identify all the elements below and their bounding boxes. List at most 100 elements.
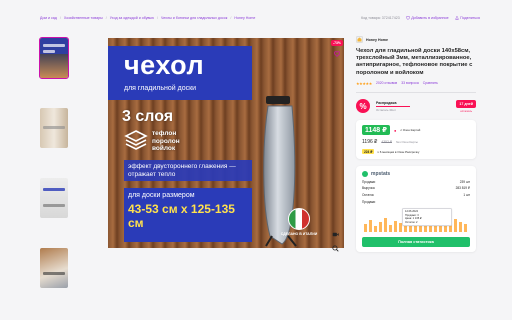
compare-link[interactable]: Сравнить <box>423 81 438 85</box>
sale-progress <box>376 106 410 108</box>
tooltip-line: Остаток: 2 <box>405 220 418 224</box>
video-icon[interactable] <box>331 230 339 238</box>
header-actions: Код товара: 372417423 Добавить в избранн… <box>361 16 480 20</box>
size-intro: для доски размером <box>128 192 195 199</box>
sales-chart-label: Продажи <box>362 199 376 204</box>
reviews-link[interactable]: 2020 отзывов <box>376 81 397 85</box>
sale-timer: 17 дней осталось <box>456 99 476 113</box>
full-stats-button[interactable]: Полная статистика <box>362 236 470 247</box>
brand-name: Honey Home <box>366 37 388 42</box>
thumbnail[interactable] <box>40 178 68 218</box>
layer-item: тефлон <box>152 130 177 137</box>
rating-row: ★★★★★ 2020 отзывов 33 вопроса Сравнить <box>356 81 476 86</box>
size-panel: для доски размером 43-53 см х 125-135 см <box>124 188 252 242</box>
heart-icon[interactable] <box>333 50 341 58</box>
layer-item: поролон <box>152 137 180 145</box>
image-side-tools <box>331 230 339 252</box>
mpstats-widget: mpstats Продажи 239 шт Выручка 283 819 ₽… <box>356 166 476 252</box>
percent-icon: % <box>356 99 370 114</box>
thumbnail-board-shape <box>43 204 65 207</box>
divider <box>356 91 476 93</box>
size-value: 43-53 см х 125-135 см <box>128 202 235 230</box>
breadcrumb-item[interactable]: Уход за одеждой и обувью <box>110 16 154 20</box>
product-page: Дом и сад / Хозяйственные товары / Уход … <box>0 0 512 320</box>
sale-banner[interactable]: % Распродажа Осталось 30шт 17 дней остал… <box>356 99 476 114</box>
image-side-badges: -73% <box>331 40 343 58</box>
rating-stars: ★★★★★ <box>356 80 372 86</box>
sale-text: Распродажа Осталось 30шт <box>376 100 450 113</box>
thumbnail-text-line <box>43 188 65 191</box>
price-without-card: 1196 ₽ <box>362 139 378 146</box>
installment-row[interactable]: 224 ₽ х 6 месяцев в Озон Рассрочку <box>362 149 470 155</box>
flag-caption: Сделано в Италии <box>280 232 318 236</box>
stats-row: Остаток 1 шт <box>362 193 470 197</box>
stats-value: 239 шт <box>459 179 470 184</box>
breadcrumb-separator: / <box>230 16 232 20</box>
thumbnail-iron-shape <box>43 272 65 275</box>
product-title: Чехол для гладильной доски 140x58см, тре… <box>356 48 473 76</box>
breadcrumb-item[interactable]: Honey Home <box>234 16 255 20</box>
top-bar: Дом и сад / Хозяйственные товары / Уход … <box>40 14 480 22</box>
breadcrumb-item[interactable]: Хозяйственные товары <box>64 16 103 20</box>
thumbnail[interactable] <box>40 108 68 148</box>
hero-subtitle: для гладильной доски <box>124 85 197 92</box>
questions-link[interactable]: 33 вопроса <box>401 81 419 85</box>
product-info: Honey Home Чехол для гладильной доски 14… <box>356 36 476 252</box>
stats-row: Выручка 283 819 ₽ <box>362 186 470 190</box>
layer-list: тефлон поролон войлок <box>152 130 180 153</box>
hero-title: чехол <box>124 50 205 80</box>
italy-flag-badge <box>288 208 310 230</box>
stats-value: 283 819 ₽ <box>455 186 470 191</box>
stats-key: Выручка <box>362 186 375 191</box>
breadcrumb-separator: / <box>156 16 158 20</box>
stats-key: Продажи <box>362 179 376 184</box>
breadcrumb-separator: / <box>59 16 61 20</box>
breadcrumb-separator: / <box>105 16 107 20</box>
sale-label: Распродажа <box>376 100 397 105</box>
dot-icon: ● <box>394 127 397 133</box>
breadcrumb: Дом и сад / Хозяйственные товары / Уход … <box>40 16 361 20</box>
installment-text: х 6 месяцев в Озон Рассрочку <box>377 149 420 154</box>
thumbnail[interactable] <box>40 248 68 288</box>
share-button[interactable]: Поделиться <box>455 16 480 20</box>
stats-row: Продажи 239 шт <box>362 180 470 184</box>
thumbnail-text-line <box>43 44 65 47</box>
wallet-label[interactable]: с Озон Картой <box>400 128 420 132</box>
discount-badge: -73% <box>331 40 343 46</box>
breadcrumb-item[interactable]: Дом и сад <box>40 16 57 20</box>
breadcrumb-item[interactable]: Чехлы и ботинки для гладильных досок <box>161 16 227 20</box>
brand-logo-icon <box>356 36 363 43</box>
sale-days: 17 дней <box>456 99 476 108</box>
brand-row[interactable]: Honey Home <box>356 36 476 43</box>
article-number[interactable]: Код товара: 372417423 <box>361 16 400 20</box>
thumbnail-list <box>39 37 69 288</box>
layer-item: войлок <box>152 145 176 152</box>
hero-layers-title: 3 слоя <box>122 108 174 125</box>
price-card: 1148 ₽ ● с Озон Картой 1196 ₽ 4352 ₽ без… <box>356 120 476 160</box>
favorite-button[interactable]: Добавить в избранное <box>405 16 449 20</box>
wallet2-label: без Озон Карты <box>395 140 418 145</box>
hero-effect-text: эффект двустороннего глажения — отражает… <box>124 160 252 181</box>
zoom-icon[interactable] <box>331 244 339 252</box>
sales-chart[interactable]: 12.06.2024 Продажи: 3 Цена: 1 135 ₽ Оста… <box>362 206 470 232</box>
mpstats-logo-icon <box>362 171 368 178</box>
layers-icon <box>124 128 148 152</box>
installment-amount: 224 ₽ <box>362 149 375 155</box>
old-price: 4352 ₽ <box>381 140 392 145</box>
mpstats-header: mpstats <box>362 171 470 178</box>
stats-value: 1 шт <box>463 192 470 197</box>
favorite-label: Добавить в избранное <box>411 16 449 20</box>
price-row: 1148 ₽ ● с Озон Картой <box>362 125 470 136</box>
stats-key: Остаток <box>362 192 374 197</box>
current-price: 1148 ₽ <box>362 125 391 136</box>
main-product-image[interactable]: чехол для гладильной доски 3 слоя тефлон… <box>108 38 344 248</box>
share-icon <box>455 16 459 20</box>
thumbnail-text-line <box>43 50 55 53</box>
sale-days-sub: осталось <box>460 108 473 113</box>
share-label: Поделиться <box>460 16 480 20</box>
sale-sublabel: Осталось 30шт <box>376 108 396 113</box>
chart-tooltip: 12.06.2024 Продажи: 3 Цена: 1 135 ₽ Оста… <box>402 207 452 227</box>
mpstats-name: mpstats <box>371 171 391 178</box>
thumbnail-board-shape <box>43 126 65 129</box>
thumbnail[interactable] <box>39 37 69 79</box>
